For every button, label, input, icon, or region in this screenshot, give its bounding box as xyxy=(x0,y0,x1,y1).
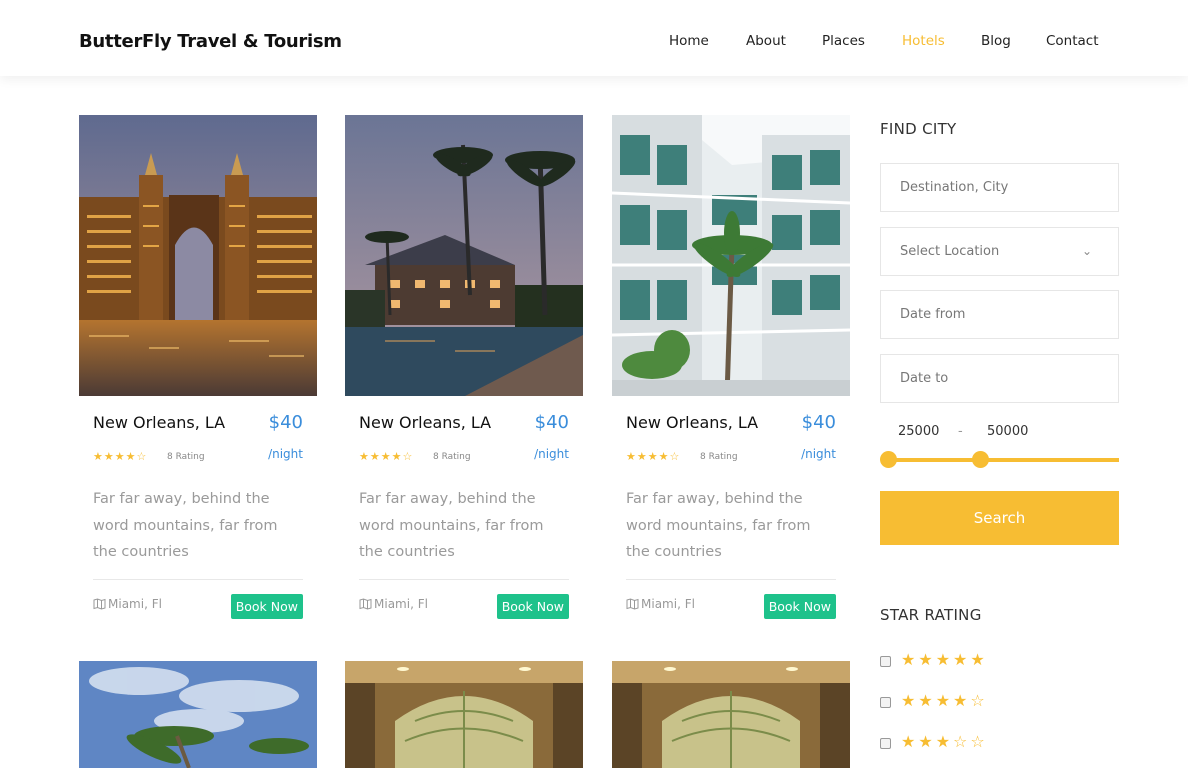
date-to-input[interactable]: Date to xyxy=(880,354,1119,403)
navbar: ButterFly Travel & Tourism Home About Pl… xyxy=(0,0,1188,76)
nav-home[interactable]: Home xyxy=(669,33,709,49)
book-now-button[interactable]: Book Now xyxy=(230,594,303,619)
price-range-track[interactable] xyxy=(888,458,1119,462)
location-select[interactable]: Select Location ⌄ xyxy=(880,227,1119,276)
star-icons: ★★★★★ xyxy=(901,650,988,669)
hotel-location: Miami, Fl xyxy=(626,597,695,611)
hotel-location: Miami, Fl xyxy=(93,597,162,611)
hotel-photo-interior[interactable] xyxy=(345,661,583,768)
divider xyxy=(359,579,569,580)
hotel-description: Far far away, behind the word mountains,… xyxy=(626,491,811,560)
star-icons: ★★★☆☆ xyxy=(901,732,988,751)
date-from-input[interactable]: Date from xyxy=(880,290,1119,339)
map-icon xyxy=(626,598,639,610)
star-rating-heading: STAR RATING xyxy=(880,606,982,624)
location-select-value: Select Location xyxy=(900,244,1000,259)
hotel-name[interactable]: New Orleans, LA xyxy=(359,413,491,432)
rating-count: 8 Rating xyxy=(700,452,738,462)
hotel-photo-beach[interactable] xyxy=(79,661,317,768)
destination-input[interactable]: Destination, City xyxy=(880,163,1119,212)
star-filter-checkbox[interactable] xyxy=(880,738,891,749)
location-label: Miami, Fl xyxy=(641,597,695,611)
hotel-photo-interior[interactable] xyxy=(612,661,850,768)
price-range-min-handle[interactable] xyxy=(880,451,897,468)
star-filter-checkbox[interactable] xyxy=(880,656,891,667)
price-range-max: 50000 xyxy=(987,424,1029,439)
divider xyxy=(626,579,836,580)
nav-hotels[interactable]: Hotels xyxy=(902,33,945,49)
hotel-price: $40 xyxy=(801,412,836,433)
location-label: Miami, Fl xyxy=(108,597,162,611)
price-range-max-handle[interactable] xyxy=(972,451,989,468)
price-range-separator: - xyxy=(958,424,963,439)
hotel-name[interactable]: New Orleans, LA xyxy=(93,413,225,432)
nav-places[interactable]: Places xyxy=(822,33,865,49)
star-icons: ★★★★☆ xyxy=(901,691,988,710)
rating-count: 8 Rating xyxy=(167,452,205,462)
chevron-down-icon: ⌄ xyxy=(1081,244,1092,258)
hotel-description: Far far away, behind the word mountains,… xyxy=(359,491,544,560)
price-unit: /night xyxy=(534,447,569,461)
star-rating-icons: ★★★★☆ xyxy=(93,450,148,463)
book-now-button[interactable]: Book Now xyxy=(763,594,836,619)
hotel-price: $40 xyxy=(534,412,569,433)
hotel-location: Miami, Fl xyxy=(359,597,428,611)
star-filter-checkbox[interactable] xyxy=(880,697,891,708)
divider xyxy=(93,579,303,580)
hotel-price: $40 xyxy=(268,412,303,433)
map-icon xyxy=(93,598,106,610)
brand-logo[interactable]: ButterFly Travel & Tourism xyxy=(79,31,342,52)
star-rating-icons: ★★★★☆ xyxy=(626,450,681,463)
find-city-heading: FIND CITY xyxy=(880,120,957,138)
location-label: Miami, Fl xyxy=(374,597,428,611)
price-unit: /night xyxy=(801,447,836,461)
rating-count: 8 Rating xyxy=(433,452,471,462)
star-rating-icons: ★★★★☆ xyxy=(359,450,414,463)
book-now-button[interactable]: Book Now xyxy=(496,594,569,619)
hotel-photo-resort[interactable] xyxy=(345,115,583,396)
nav-contact[interactable]: Contact xyxy=(1046,33,1099,49)
search-button[interactable]: Search xyxy=(880,491,1119,545)
nav-about[interactable]: About xyxy=(746,33,786,49)
map-icon xyxy=(359,598,372,610)
price-unit: /night xyxy=(268,447,303,461)
hotel-photo-building[interactable] xyxy=(612,115,850,396)
price-range-min: 25000 xyxy=(898,424,940,439)
nav-blog[interactable]: Blog xyxy=(981,33,1011,49)
hotel-name[interactable]: New Orleans, LA xyxy=(626,413,758,432)
hotel-description: Far far away, behind the word mountains,… xyxy=(93,491,278,560)
hotel-photo-palace[interactable] xyxy=(79,115,317,396)
